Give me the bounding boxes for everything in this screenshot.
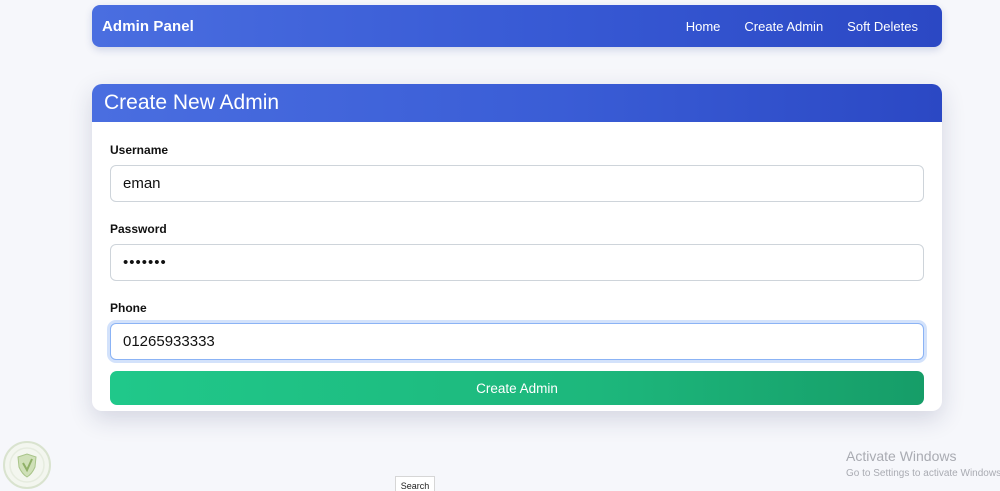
username-input[interactable]	[110, 165, 924, 202]
activate-windows-subtitle: Go to Settings to activate Windows.	[846, 468, 1000, 479]
nav-link-soft-deletes[interactable]: Soft Deletes	[835, 19, 930, 34]
shield-logo-icon	[3, 441, 51, 489]
username-group: Username	[110, 142, 924, 202]
taskbar-search-button[interactable]: Search	[395, 476, 435, 491]
page: Admin Panel Home Create Admin Soft Delet…	[0, 0, 1000, 491]
nav-links: Home Create Admin Soft Deletes	[674, 19, 930, 34]
navbar: Admin Panel Home Create Admin Soft Delet…	[92, 5, 942, 47]
activate-windows-title: Activate Windows	[846, 448, 957, 464]
card-header: Create New Admin	[92, 84, 942, 122]
username-label: Username	[110, 143, 169, 157]
nav-link-create-admin[interactable]: Create Admin	[732, 19, 835, 34]
phone-group: Phone	[110, 300, 924, 360]
create-admin-form: Username Password Phone Create Admin	[92, 122, 942, 405]
password-input[interactable]	[110, 244, 924, 281]
password-group: Password	[110, 221, 924, 281]
card-title: Create New Admin	[104, 91, 280, 114]
create-admin-card: Create New Admin Username Password Phone…	[92, 84, 942, 411]
nav-link-home[interactable]: Home	[674, 19, 733, 34]
password-label: Password	[110, 222, 167, 236]
phone-input[interactable]	[110, 323, 924, 360]
brand-title[interactable]: Admin Panel	[102, 18, 194, 35]
activate-windows-watermark: Activate Windows Go to Settings to activ…	[846, 448, 1000, 480]
phone-label: Phone	[110, 301, 147, 315]
create-admin-button[interactable]: Create Admin	[110, 371, 924, 405]
